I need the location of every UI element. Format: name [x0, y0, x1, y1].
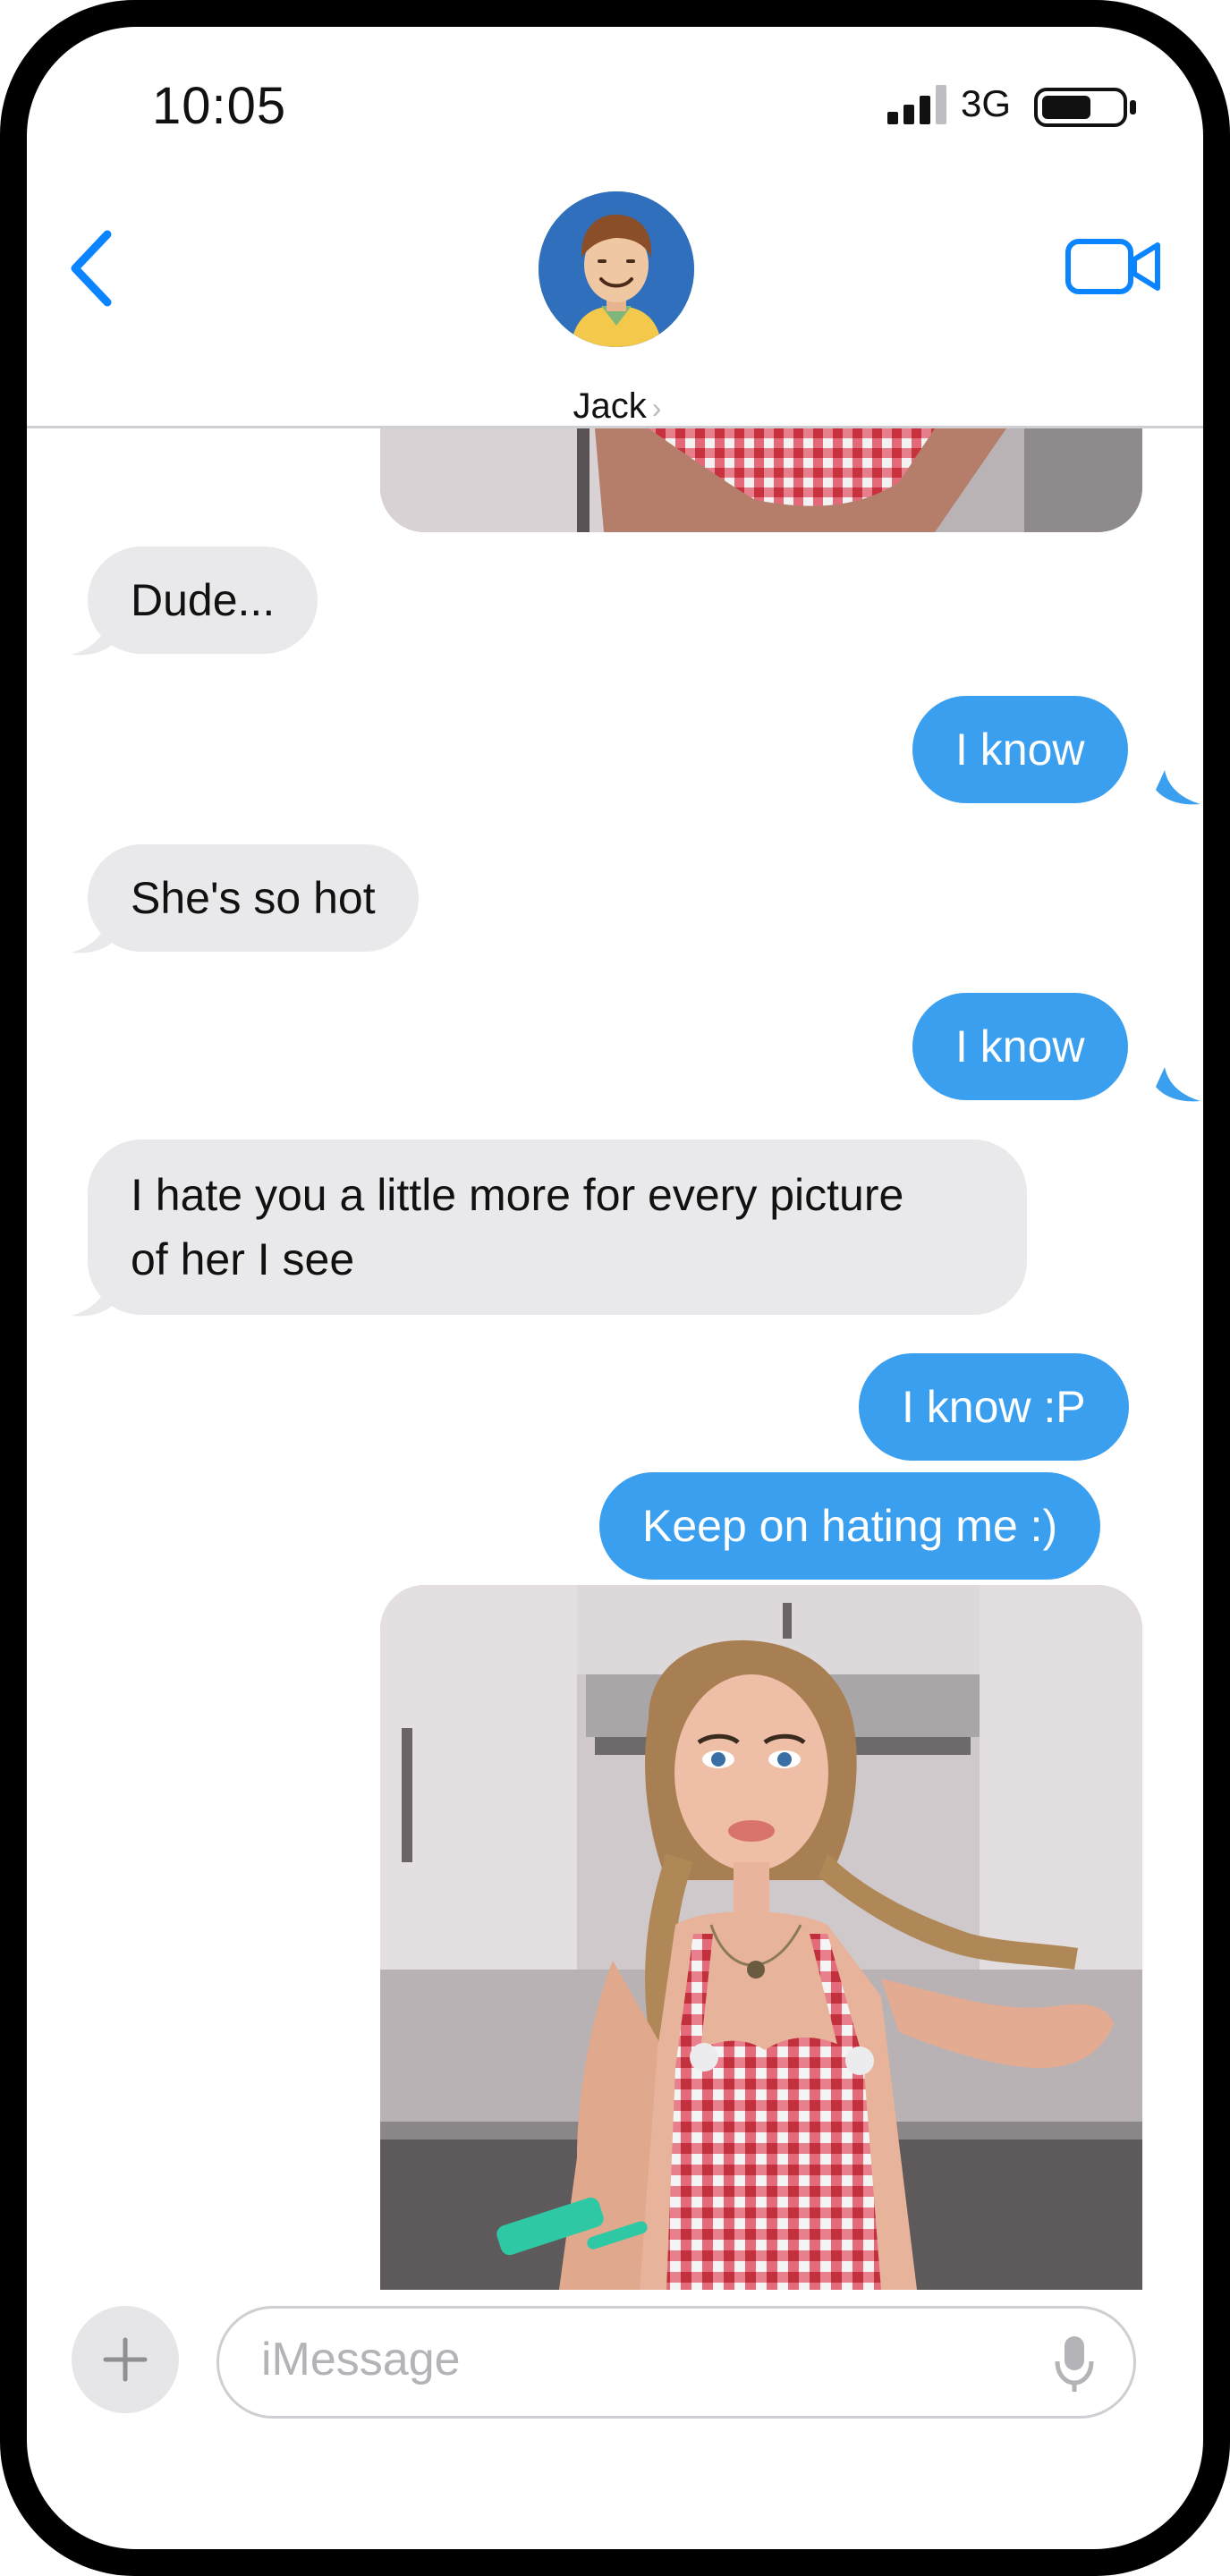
photo-image: [380, 428, 1142, 532]
photo-attachment[interactable]: [380, 1585, 1142, 2290]
photo-image: [380, 1585, 1142, 2290]
signal-bars-icon: [887, 85, 946, 124]
imessage-placeholder: iMessage: [261, 2334, 461, 2385]
chevron-right-icon: ›: [651, 392, 662, 424]
message-text: Keep on hating me :): [642, 1501, 1058, 1551]
back-chevron-icon[interactable]: [64, 224, 118, 313]
message-text: She's so hot: [131, 873, 376, 923]
status-time: 10:05: [152, 77, 287, 135]
message-text-line-2: of her I see: [131, 1234, 355, 1284]
message-bubble-incoming[interactable]: I hate you a little more for every pictu…: [88, 1140, 1027, 1315]
message-bubble-outgoing[interactable]: Keep on hating me :): [599, 1472, 1101, 1580]
message-bubble-outgoing[interactable]: I know :P: [859, 1353, 1129, 1461]
phone-screen: 10:05 3G Jack › Dude... I know She's so …: [27, 27, 1203, 2549]
phone-frame: 10:05 3G Jack › Dude... I know She's so …: [0, 0, 1230, 2576]
bubble-tail: [1156, 1067, 1200, 1102]
message-bubble-outgoing[interactable]: I know: [912, 696, 1128, 803]
contact-name[interactable]: Jack ›: [528, 386, 707, 427]
message-bubble-incoming[interactable]: She's so hot: [88, 844, 419, 952]
contact-name-label: Jack: [573, 386, 647, 426]
message-text: I know: [955, 1021, 1085, 1072]
bubble-tail: [72, 621, 116, 656]
battery-icon: [1034, 88, 1136, 127]
video-camera-icon[interactable]: [1065, 233, 1163, 301]
message-text: Dude...: [131, 575, 276, 625]
network-type: 3G: [961, 82, 1012, 124]
contact-avatar[interactable]: [539, 191, 694, 347]
bubble-tail: [72, 1282, 116, 1317]
bubble-tail: [72, 919, 116, 953]
message-bubble-outgoing[interactable]: I know: [912, 993, 1128, 1100]
message-text: I know :P: [902, 1382, 1086, 1432]
message-text: I know: [955, 724, 1085, 775]
bubble-tail: [1156, 770, 1200, 805]
message-text-line-1: I hate you a little more for every pictu…: [131, 1170, 904, 1220]
message-bubble-incoming[interactable]: Dude...: [88, 547, 318, 654]
plus-icon: [103, 2337, 148, 2382]
microphone-icon[interactable]: [1054, 2333, 1095, 2395]
photo-attachment[interactable]: [380, 428, 1142, 532]
avatar-illustration: [539, 191, 694, 347]
add-attachment-button[interactable]: [72, 2306, 179, 2413]
